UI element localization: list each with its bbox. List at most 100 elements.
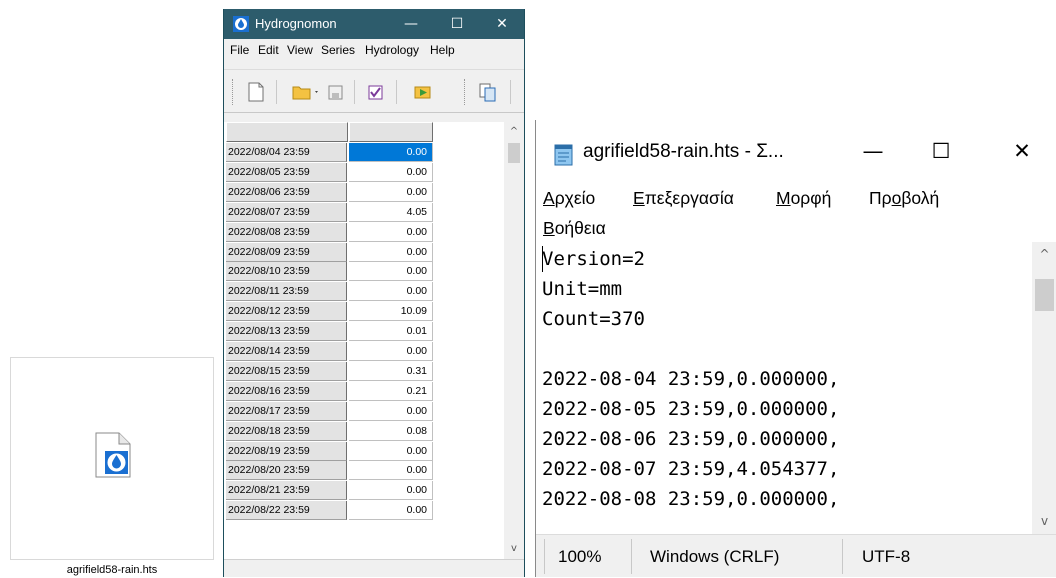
value-cell[interactable]: 0.00 — [349, 282, 433, 302]
value-cell[interactable]: 0.00 — [349, 481, 433, 501]
toolbar-grip[interactable] — [464, 79, 467, 105]
menu-format[interactable]: Μορφή — [776, 188, 831, 209]
table-row[interactable]: 2022/08/22 23:59 0.00 — [226, 501, 504, 521]
scroll-up-arrow[interactable]: ^ — [1032, 242, 1056, 267]
date-cell[interactable]: 2022/08/15 23:59 — [226, 361, 347, 381]
value-cell[interactable]: 0.00 — [349, 262, 433, 282]
close-button[interactable]: ✕ — [479, 9, 525, 39]
maximize-button[interactable]: ☐ — [434, 9, 480, 39]
date-cell[interactable]: 2022/08/11 23:59 — [226, 282, 347, 302]
scrollbar-thumb[interactable] — [1035, 279, 1054, 311]
value-cell[interactable]: 0.00 — [349, 162, 433, 182]
date-cell[interactable]: 2022/08/18 23:59 — [226, 421, 347, 441]
maximize-button[interactable]: ☐ — [911, 120, 971, 182]
value-cell[interactable]: 4.05 — [349, 202, 433, 222]
menu-help[interactable]: Βοήθεια — [543, 218, 606, 239]
menu-help[interactable]: Help — [430, 43, 455, 57]
table-row[interactable]: 2022/08/07 23:59 4.05 — [226, 202, 504, 222]
menu-view[interactable]: Προβολή — [869, 188, 939, 209]
save-icon[interactable] — [324, 79, 348, 105]
menu-edit[interactable]: Επεξεργασία — [633, 188, 734, 209]
menu-file[interactable]: Αρχείο — [543, 188, 595, 209]
scroll-down-arrow[interactable]: v — [504, 539, 524, 559]
value-cell[interactable]: 0.00 — [349, 182, 433, 202]
date-cell[interactable]: 2022/08/10 23:59 — [226, 262, 347, 282]
date-cell[interactable]: 2022/08/20 23:59 — [226, 461, 347, 481]
table-row[interactable]: 2022/08/18 23:59 0.08 — [226, 421, 504, 441]
value-cell[interactable]: 0.00 — [349, 242, 433, 262]
table-row[interactable]: 2022/08/11 23:59 0.00 — [226, 282, 504, 302]
table-row[interactable]: 2022/08/17 23:59 0.00 — [226, 401, 504, 421]
table-row[interactable]: 2022/08/10 23:59 0.00 — [226, 262, 504, 282]
date-cell[interactable]: 2022/08/16 23:59 — [226, 381, 347, 401]
date-cell[interactable]: 2022/08/05 23:59 — [226, 162, 347, 182]
copy-icon[interactable] — [476, 79, 500, 105]
toolbar-grip[interactable] — [232, 79, 235, 105]
value-cell[interactable]: 0.08 — [349, 421, 433, 441]
notepad-titlebar[interactable]: agrifield58-rain.hts - Σ... — ☐ ✕ — [536, 120, 1056, 182]
scroll-down-arrow[interactable]: v — [1032, 509, 1056, 534]
date-cell[interactable]: 2022/08/19 23:59 — [226, 441, 347, 461]
table-row[interactable]: 2022/08/19 23:59 0.00 — [226, 441, 504, 461]
check-icon[interactable] — [364, 79, 388, 105]
menu-file[interactable]: File — [230, 43, 249, 57]
refresh-icon[interactable] — [411, 79, 435, 105]
value-cell[interactable]: 0.00 — [349, 441, 433, 461]
date-cell[interactable]: 2022/08/04 23:59 — [226, 143, 347, 162]
date-cell[interactable]: 2022/08/17 23:59 — [226, 401, 347, 421]
table-row[interactable]: 2022/08/08 23:59 0.00 — [226, 222, 504, 242]
table-row[interactable]: 2022/08/12 23:59 10.09 — [226, 302, 504, 322]
value-cell[interactable]: 0.00 — [349, 143, 433, 162]
menu-series[interactable]: Series — [321, 43, 355, 57]
table-row[interactable]: 2022/08/21 23:59 0.00 — [226, 481, 504, 501]
value-cell[interactable]: 0.00 — [349, 501, 433, 521]
date-column-header[interactable] — [226, 122, 348, 142]
value-cell[interactable]: 0.31 — [349, 361, 433, 381]
value-column-header[interactable] — [349, 122, 433, 142]
value-cell[interactable]: 0.21 — [349, 381, 433, 401]
scroll-up-arrow[interactable]: ^ — [504, 122, 524, 142]
date-cell[interactable]: 2022/08/22 23:59 — [226, 501, 347, 521]
value-cell[interactable]: 0.00 — [349, 461, 433, 481]
table-row[interactable]: 2022/08/04 23:59 0.00 — [226, 143, 504, 162]
timeseries-grid[interactable]: 2022/08/04 23:59 0.00 2022/08/05 23:59 0.00… — [224, 122, 504, 559]
value-cell[interactable]: 0.00 — [349, 401, 433, 421]
table-row[interactable]: 2022/08/09 23:59 0.00 — [226, 242, 504, 262]
value-cell[interactable]: 10.09 — [349, 302, 433, 322]
minimize-button[interactable]: — — [843, 120, 903, 182]
table-row[interactable]: 2022/08/16 23:59 0.21 — [226, 381, 504, 401]
table-row[interactable]: 2022/08/05 23:59 0.00 — [226, 162, 504, 182]
grid-header — [226, 122, 504, 142]
date-cell[interactable]: 2022/08/08 23:59 — [226, 222, 347, 242]
close-button[interactable]: ✕ — [992, 120, 1052, 182]
table-row[interactable]: 2022/08/14 23:59 0.00 — [226, 342, 504, 361]
menu-hydrology[interactable]: Hydrology — [365, 43, 419, 57]
value-cell[interactable]: 0.00 — [349, 222, 433, 242]
value-cell[interactable]: 0.00 — [349, 342, 433, 361]
new-file-icon[interactable] — [244, 79, 268, 105]
minimize-button[interactable]: — — [388, 9, 434, 39]
hydrognomon-titlebar[interactable]: Hydrognomon — ☐ ✕ — [224, 9, 524, 39]
date-cell[interactable]: 2022/08/12 23:59 — [226, 302, 347, 322]
date-cell[interactable]: 2022/08/21 23:59 — [226, 481, 347, 501]
vertical-scrollbar[interactable]: ^ v — [504, 122, 524, 559]
date-cell[interactable]: 2022/08/06 23:59 — [226, 182, 347, 202]
value-cell[interactable]: 0.01 — [349, 322, 433, 342]
table-row[interactable]: 2022/08/15 23:59 0.31 — [226, 361, 504, 381]
text-line: 2022-08-07 23:59,4.054377, — [542, 458, 840, 480]
vertical-scrollbar[interactable]: ^ v — [1032, 242, 1056, 534]
notepad-app-icon — [553, 142, 575, 166]
date-cell[interactable]: 2022/08/09 23:59 — [226, 242, 347, 262]
hts-file-icon[interactable] — [95, 432, 131, 478]
menu-edit[interactable]: Edit — [258, 43, 279, 57]
table-row[interactable]: 2022/08/13 23:59 0.01 — [226, 322, 504, 342]
table-row[interactable]: 2022/08/06 23:59 0.00 — [226, 182, 504, 202]
date-cell[interactable]: 2022/08/14 23:59 — [226, 342, 347, 361]
scrollbar-thumb[interactable] — [508, 143, 520, 163]
date-cell[interactable]: 2022/08/07 23:59 — [226, 202, 347, 222]
menu-view[interactable]: View — [287, 43, 313, 57]
open-folder-icon[interactable] — [290, 79, 322, 105]
date-cell[interactable]: 2022/08/13 23:59 — [226, 322, 347, 342]
text-editor-area[interactable]: Version=2 Unit=mm Count=370 2022-08-04 2… — [536, 242, 1032, 534]
table-row[interactable]: 2022/08/20 23:59 0.00 — [226, 461, 504, 481]
